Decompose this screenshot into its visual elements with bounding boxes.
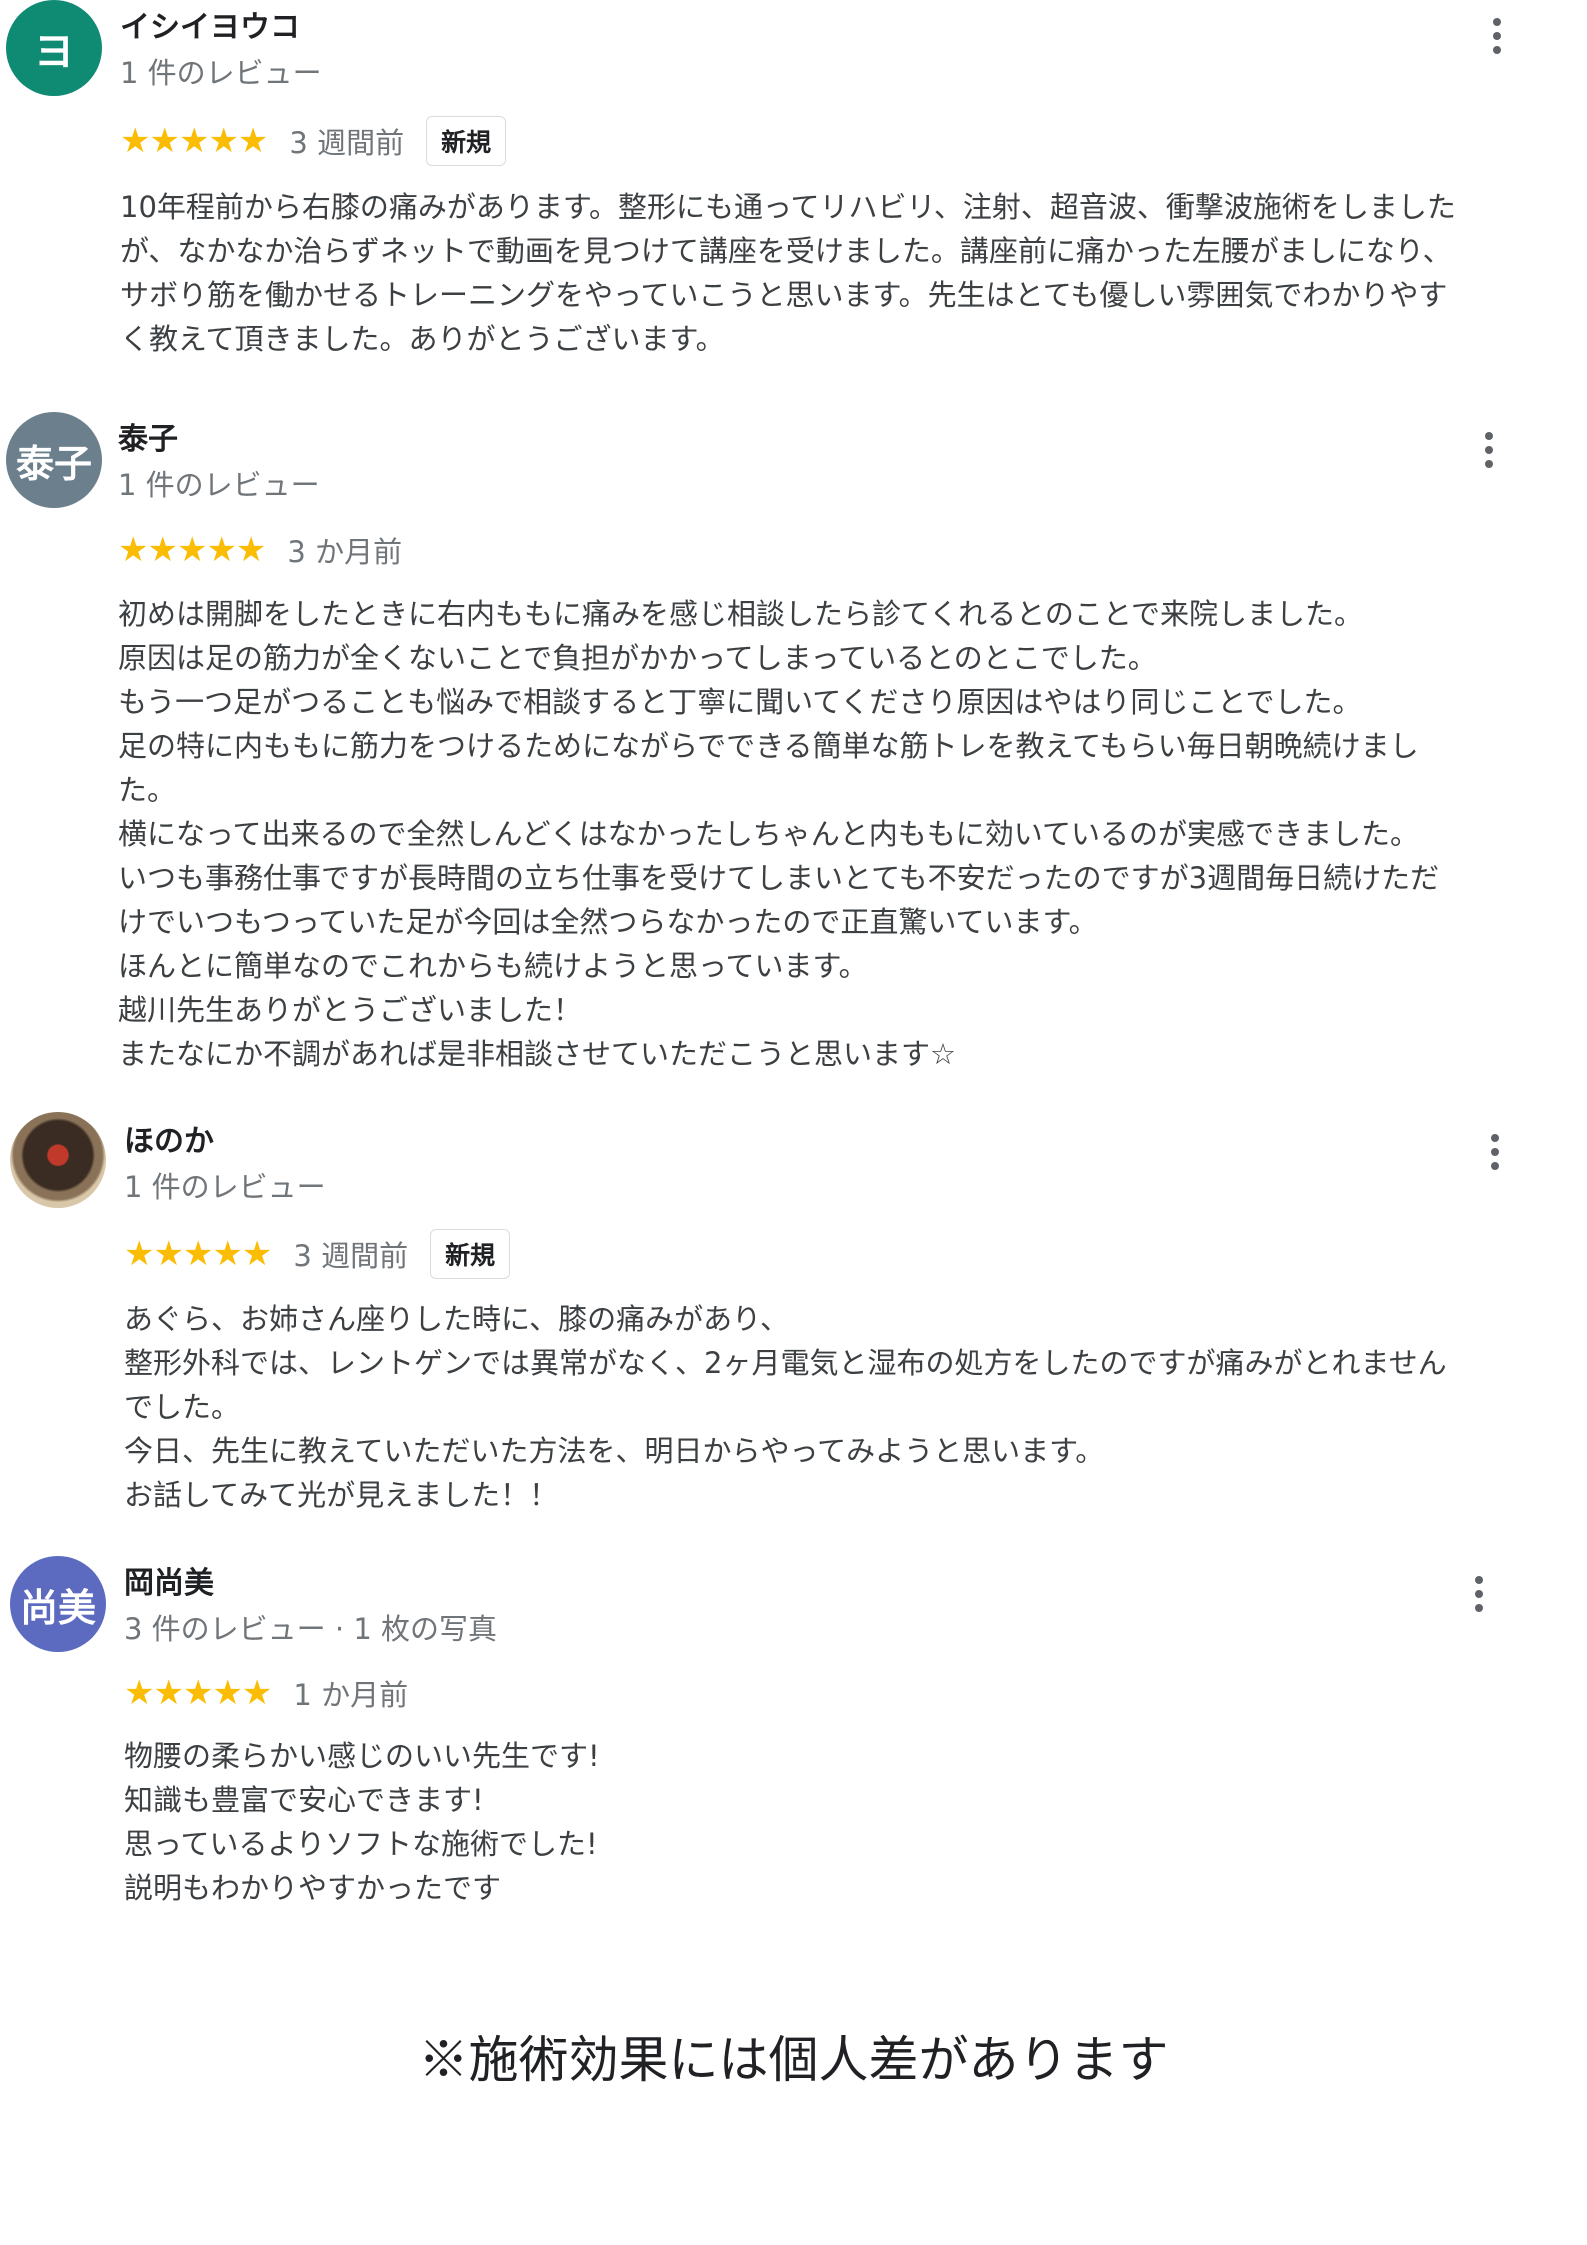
review-line: あぐら、お姉さん座りした時に、膝の痛みがあり、 <box>124 1302 789 1336</box>
review-line: が、なかなか治らずネットで動画を見つけて講座を受けました。講座前に痛かった左腰が… <box>120 234 1452 268</box>
disclaimer-note: ※施術効果には個人差があります <box>418 2031 1169 2089</box>
review-line: お話してみて光が見えました！！ <box>124 1478 559 1512</box>
avatar[interactable]: 尚美 <box>10 1556 106 1652</box>
review-line: 横になって出来るので全然しんどくはなかったしちゃんと内ももに効いているのが実感で… <box>118 817 1419 851</box>
review-line: サボり筋を働かせるトレーニングをやっていこうと思います。先生はとても優しい雰囲気… <box>120 278 1448 312</box>
review-line: けでいつもつっていた足が今回は全然つらなかったので正直驚いています。 <box>118 905 1098 939</box>
review-line: 足の特に内ももに筋力をつけるためにながらでできる簡単な筋トレを教えてもらい毎日朝… <box>118 729 1419 763</box>
reviewer-name[interactable]: 岡尚美 <box>124 1558 214 1602</box>
more-options-icon[interactable] <box>1475 1128 1515 1176</box>
avatar[interactable]: ヨ <box>6 0 102 96</box>
review-line: 説明もわかりやすかったです <box>124 1871 502 1905</box>
review-count[interactable]: 1 件のレビュー <box>120 50 322 92</box>
review-line: 整形外科では、レントゲンでは異常がなく、2ヶ月電気と湿布の処方をしたのですが痛み… <box>124 1346 1447 1380</box>
avatar[interactable] <box>10 1112 106 1208</box>
review-line: 思っているよりソフトな施術でした! <box>124 1827 598 1861</box>
review-line: 物腰の柔らかい感じのいい先生です! <box>124 1739 600 1773</box>
review-date: 3 週間前 <box>289 126 405 160</box>
rating-row: ★★★★★ 3 週間前 新規 <box>120 116 507 166</box>
new-badge: 新規 <box>430 1229 511 1279</box>
review-line: いつも事務仕事ですが長時間の立ち仕事を受けてしまいとても不安だったのですが3週間… <box>118 861 1440 895</box>
review-text: あぐら、お姉さん座りした時に、膝の痛みがあり、 整形外科では、レントゲンでは異常… <box>124 1297 1587 1517</box>
rating-row: ★★★★★ 3 週間前 新規 <box>124 1229 511 1279</box>
more-options-icon[interactable] <box>1477 12 1517 60</box>
review-line: く教えて頂きました。ありがとうございます。 <box>120 322 725 356</box>
reviewer-name[interactable]: ほのか <box>124 1116 214 1160</box>
review-text: 物腰の柔らかい感じのいい先生です! 知識も豊富で安心できます! 思っているよりソ… <box>124 1734 1587 1910</box>
avatar-initial: 泰子 <box>15 441 92 486</box>
review-line: 原因は足の筋力が全くないことで負担がかかってしまっているとのとこでした。 <box>118 641 1157 675</box>
review-date: 3 週間前 <box>293 1239 409 1273</box>
review-text: 10年程前から右膝の痛みがあります。整形にも通ってリハビリ、注射、超音波、衝撃波… <box>120 185 1585 361</box>
review-date: 1 か月前 <box>293 1678 409 1712</box>
review-line: もう一つ足がつることも悩みで相談すると丁寧に聞いてくださり原因はやはり同じことで… <box>118 685 1362 719</box>
review-line: 初めは開脚をしたときに右内ももに痛みを感じ相談したら診てくれるとのことで来院しま… <box>118 597 1363 631</box>
star-rating: ★★★★★ <box>124 1234 272 1274</box>
more-options-icon[interactable] <box>1469 426 1509 474</box>
review-line: 10年程前から右膝の痛みがあります。整形にも通ってリハビリ、注射、超音波、衝撃波… <box>120 190 1456 224</box>
review-line: 今日、先生に教えていただいた方法を、明日からやってみようと思います。 <box>124 1434 1105 1468</box>
review-count[interactable]: 1 件のレビュー <box>118 462 320 504</box>
review-line: またなにか不調があれば是非相談させていただこうと思います☆ <box>118 1037 956 1071</box>
review-line: でした。 <box>124 1390 241 1424</box>
more-options-icon[interactable] <box>1459 1570 1499 1618</box>
reviewer-name[interactable]: イシイヨウコ <box>120 2 300 46</box>
review-line: 越川先生ありがとうございました！ <box>118 993 583 1027</box>
review-line: ほんとに簡単なのでこれからも続けようと思っています。 <box>118 949 868 983</box>
star-rating: ★★★★★ <box>124 1673 272 1713</box>
new-badge: 新規 <box>426 116 507 166</box>
avatar[interactable]: 泰子 <box>6 412 102 508</box>
review-text: 初めは開脚をしたときに右内ももに痛みを感じ相談したら診てくれるとのことで来院しま… <box>118 592 1583 1076</box>
reviewer-name[interactable]: 泰子 <box>118 414 178 458</box>
star-rating: ★★★★★ <box>118 530 266 570</box>
review-line: た。 <box>118 773 177 807</box>
avatar-initial: ヨ <box>34 29 74 75</box>
review-date: 3 か月前 <box>287 535 403 569</box>
avatar-initial: 尚美 <box>19 1585 96 1630</box>
rating-row: ★★★★★ 3 か月前 <box>118 529 402 571</box>
star-rating: ★★★★★ <box>120 121 268 161</box>
review-count[interactable]: 1 件のレビュー <box>124 1164 326 1206</box>
review-line: 知識も豊富で安心できます! <box>124 1783 484 1817</box>
rating-row: ★★★★★ 1 か月前 <box>124 1672 408 1714</box>
review-count[interactable]: 3 件のレビュー · 1 枚の写真 <box>124 1606 497 1648</box>
